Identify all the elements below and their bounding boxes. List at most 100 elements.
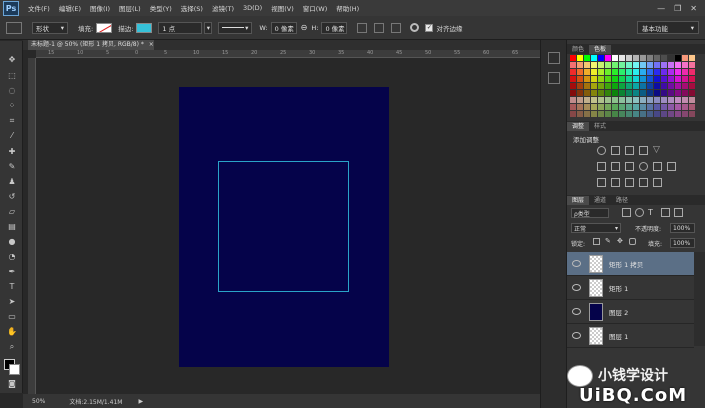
color-swatch[interactable] xyxy=(577,97,583,103)
lasso-tool-icon[interactable]: ◌ xyxy=(7,86,17,95)
color-swatch[interactable] xyxy=(577,90,583,96)
workspace-select[interactable]: 基本功能 ▾ xyxy=(637,21,699,34)
color-swatch[interactable] xyxy=(640,111,646,117)
lock-pixels-icon[interactable]: ✎ xyxy=(605,238,612,245)
color-swatch[interactable] xyxy=(682,55,688,61)
healing-brush-tool-icon[interactable]: ✚ xyxy=(7,147,17,156)
tab-styles[interactable]: 样式 xyxy=(589,122,611,131)
color-swatch[interactable] xyxy=(598,83,604,89)
color-swatch[interactable] xyxy=(570,55,576,61)
color-swatch[interactable] xyxy=(584,97,590,103)
posterize-icon[interactable] xyxy=(611,178,620,187)
color-swatch[interactable] xyxy=(626,111,632,117)
color-swatch[interactable] xyxy=(689,104,695,110)
color-swatch[interactable] xyxy=(584,55,590,61)
gradient-map-icon[interactable] xyxy=(639,178,648,187)
swatch-grid[interactable] xyxy=(570,55,695,117)
color-swatch[interactable] xyxy=(591,55,597,61)
color-swatch[interactable] xyxy=(584,111,590,117)
color-swatch[interactable] xyxy=(661,83,667,89)
quick-mask-icon[interactable]: ◙ xyxy=(7,379,17,388)
marquee-tool-icon[interactable]: ⬚ xyxy=(7,71,17,80)
color-swatch[interactable] xyxy=(682,76,688,82)
color-swatch[interactable] xyxy=(640,69,646,75)
vibrance-icon[interactable]: ▽ xyxy=(653,146,662,155)
color-swatch[interactable] xyxy=(682,97,688,103)
menu-help[interactable]: 帮助(H) xyxy=(336,3,359,13)
color-swatch[interactable] xyxy=(612,97,618,103)
color-swatch[interactable] xyxy=(654,55,660,61)
color-swatch[interactable] xyxy=(633,83,639,89)
restore-icon[interactable]: ❐ xyxy=(674,4,681,13)
status-arrow-icon[interactable]: ▶ xyxy=(138,398,143,405)
color-swatch[interactable] xyxy=(612,104,618,110)
color-swatch[interactable] xyxy=(689,90,695,96)
color-swatch[interactable] xyxy=(661,55,667,61)
tab-paths[interactable]: 路径 xyxy=(611,196,633,205)
color-swatch[interactable] xyxy=(640,55,646,61)
color-swatch[interactable] xyxy=(612,111,618,117)
color-swatch[interactable] xyxy=(661,111,667,117)
eye-icon[interactable] xyxy=(572,308,581,315)
color-swatch[interactable] xyxy=(654,90,660,96)
color-swatch[interactable] xyxy=(591,69,597,75)
minimize-icon[interactable]: — xyxy=(657,4,665,13)
zoom-tool-icon[interactable]: ⌕ xyxy=(7,342,17,351)
document-tab[interactable]: 未标题-1 @ 50% (矩形 1 拷贝, RGB/8) * × xyxy=(28,40,154,50)
color-swatch[interactable] xyxy=(591,62,597,68)
color-swatch[interactable] xyxy=(633,111,639,117)
tool-preset-icon[interactable] xyxy=(6,21,22,34)
menu-window[interactable]: 窗口(W) xyxy=(303,3,328,13)
color-swatch[interactable] xyxy=(584,90,590,96)
color-swatch[interactable] xyxy=(689,76,695,82)
color-swatch[interactable] xyxy=(570,69,576,75)
eye-icon[interactable] xyxy=(572,332,581,339)
color-swatch[interactable] xyxy=(675,62,681,68)
color-swatch[interactable] xyxy=(612,90,618,96)
color-swatch[interactable] xyxy=(626,69,632,75)
color-swatch[interactable] xyxy=(626,97,632,103)
color-swatch[interactable] xyxy=(682,69,688,75)
rectangle-tool-icon[interactable]: ▭ xyxy=(7,312,17,321)
color-swatch[interactable] xyxy=(654,111,660,117)
color-swatch[interactable] xyxy=(570,104,576,110)
color-swatch[interactable] xyxy=(689,69,695,75)
menu-image[interactable]: 图像(I) xyxy=(90,3,110,13)
color-swatch[interactable] xyxy=(619,111,625,117)
color-swatch[interactable] xyxy=(661,104,667,110)
layer-filter-select[interactable]: ρ类型 xyxy=(571,208,609,218)
filter-smart-icon[interactable] xyxy=(674,208,683,217)
menu-filter[interactable]: 滤镜(T) xyxy=(212,3,234,13)
stroke-swatch[interactable] xyxy=(136,22,153,33)
color-swatch[interactable] xyxy=(668,97,674,103)
color-swatch[interactable] xyxy=(605,69,611,75)
color-swatch[interactable] xyxy=(577,83,583,89)
color-swatch[interactable] xyxy=(647,111,653,117)
tab-adjustments[interactable]: 调整 xyxy=(567,122,590,131)
width-input[interactable]: 0 像素 xyxy=(270,21,297,34)
color-swatch[interactable] xyxy=(682,90,688,96)
color-swatch[interactable] xyxy=(633,90,639,96)
color-swatch[interactable] xyxy=(654,76,660,82)
color-swatch[interactable] xyxy=(626,62,632,68)
filter-type-icon[interactable]: T xyxy=(648,208,657,217)
menu-file[interactable]: 文件(F) xyxy=(28,3,50,13)
path-arrangement-icon[interactable] xyxy=(391,22,402,33)
color-swatch[interactable] xyxy=(598,111,604,117)
tab-channels[interactable]: 通道 xyxy=(589,196,611,205)
color-swatch[interactable] xyxy=(633,55,639,61)
color-swatch[interactable] xyxy=(626,104,632,110)
color-swatch[interactable] xyxy=(584,83,590,89)
color-swatch[interactable] xyxy=(682,104,688,110)
color-swatch[interactable] xyxy=(689,97,695,103)
color-swatch[interactable] xyxy=(633,104,639,110)
color-swatch[interactable] xyxy=(605,111,611,117)
color-swatch[interactable] xyxy=(675,90,681,96)
color-swatch[interactable] xyxy=(633,69,639,75)
path-selection-tool-icon[interactable]: ➤ xyxy=(7,297,17,306)
color-swatch[interactable] xyxy=(605,76,611,82)
color-swatch[interactable] xyxy=(612,76,618,82)
color-swatch[interactable] xyxy=(668,55,674,61)
color-swatch[interactable] xyxy=(640,62,646,68)
color-swatch[interactable] xyxy=(689,111,695,117)
